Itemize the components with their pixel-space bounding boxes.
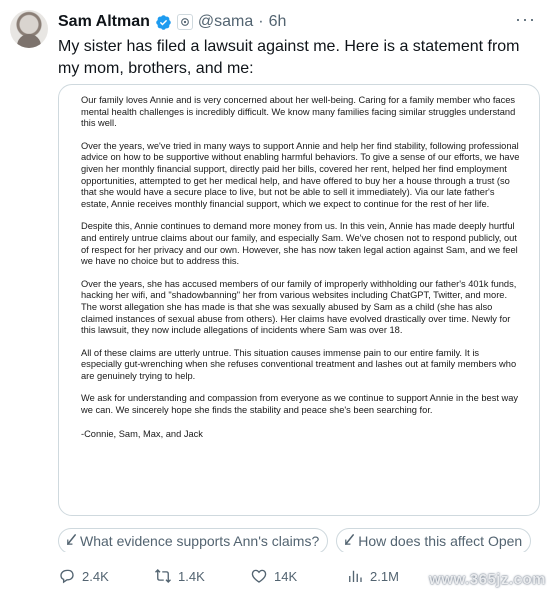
grok-suggestions: What evidence supports Ann's claims? How… (58, 528, 548, 552)
heart-icon (251, 569, 267, 583)
tweet-text: My sister has filed a lawsuit against me… (58, 38, 520, 77)
statement-image[interactable]: Our family loves Annie and is very conce… (58, 84, 540, 516)
views-count: 2.1M (370, 568, 399, 584)
statement-paragraph: Despite this, Annie continues to demand … (81, 221, 518, 267)
statement-signature: -Connie, Sam, Max, and Jack (81, 428, 203, 439)
author-name[interactable]: Sam Altman (58, 13, 150, 31)
grok-spark-icon (65, 533, 78, 549)
like-button[interactable]: 14K (250, 567, 346, 585)
avatar[interactable] (10, 10, 48, 48)
suggestion-label: What evidence supports Ann's claims? (80, 533, 320, 549)
grok-spark-icon (343, 533, 356, 549)
statement-paragraph: Our family loves Annie and is very conce… (81, 95, 516, 129)
like-count: 14K (274, 568, 298, 584)
more-options-icon[interactable]: ··· (515, 10, 536, 28)
suggestion-chip[interactable]: How does this affect Open (336, 528, 532, 552)
tweet: Sam Altman @sama · 6h ··· My sister has … (0, 0, 550, 590)
reply-button[interactable]: 2.4K (58, 567, 154, 585)
repost-count: 1.4K (178, 568, 205, 584)
suggestion-label: How does this affect Open (358, 533, 523, 549)
suggestion-chip[interactable]: What evidence supports Ann's claims? (58, 528, 329, 552)
statement-paragraph: Over the years, we've tried in many ways… (81, 140, 520, 210)
views-icon (349, 570, 362, 582)
author-handle[interactable]: @sama (198, 13, 253, 31)
reply-icon (60, 569, 74, 584)
repost-icon (155, 569, 171, 583)
tweet-header: Sam Altman @sama · 6h (58, 12, 286, 32)
statement-text: Our family loves Annie and is very conce… (81, 95, 521, 451)
separator-dot: · (258, 13, 264, 30)
statement-paragraph: We ask for understanding and compassion … (81, 393, 519, 415)
post-time[interactable]: 6h (269, 13, 287, 31)
statement-paragraph: Over the years, she has accused members … (81, 278, 517, 336)
statement-paragraph: All of these claims are utterly untrue. … (81, 347, 517, 382)
repost-button[interactable]: 1.4K (154, 567, 250, 585)
views-button[interactable]: 2.1M (346, 567, 442, 585)
openai-affiliation-icon[interactable] (176, 14, 193, 30)
reply-count: 2.4K (82, 568, 109, 584)
verified-badge-icon[interactable] (155, 14, 172, 31)
watermark: www.365jz.com (429, 571, 546, 588)
